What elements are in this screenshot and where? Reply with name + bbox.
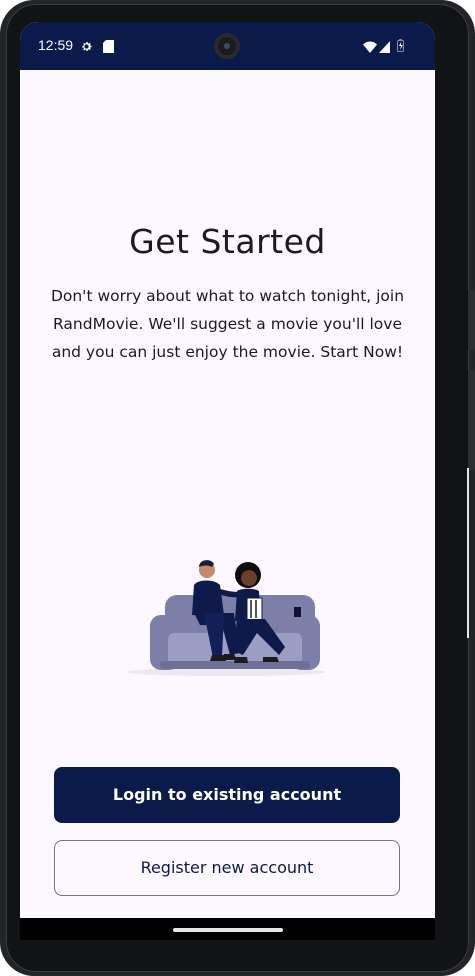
page-title: Get Started <box>129 222 326 261</box>
app-screen: 12:59 Get Started Don't worry about what… <box>20 22 435 940</box>
battery-icon <box>397 37 404 56</box>
front-camera <box>214 33 240 59</box>
status-bar: 12:59 <box>20 22 435 70</box>
power-button <box>468 290 475 350</box>
wifi-icon <box>363 38 377 57</box>
login-button[interactable]: Login to existing account <box>54 767 400 823</box>
sd-card-icon <box>103 38 114 57</box>
couple-on-sofa-illustration <box>126 560 326 676</box>
status-time: 12:59 <box>38 37 74 53</box>
gear-icon <box>80 38 93 57</box>
window-edge <box>467 468 469 638</box>
register-button[interactable]: Register new account <box>54 840 400 896</box>
home-gesture-handle[interactable] <box>173 928 283 932</box>
volume-button <box>468 370 475 470</box>
signal-icon <box>379 38 390 57</box>
intro-text: Don't worry about what to watch tonight,… <box>50 287 405 361</box>
